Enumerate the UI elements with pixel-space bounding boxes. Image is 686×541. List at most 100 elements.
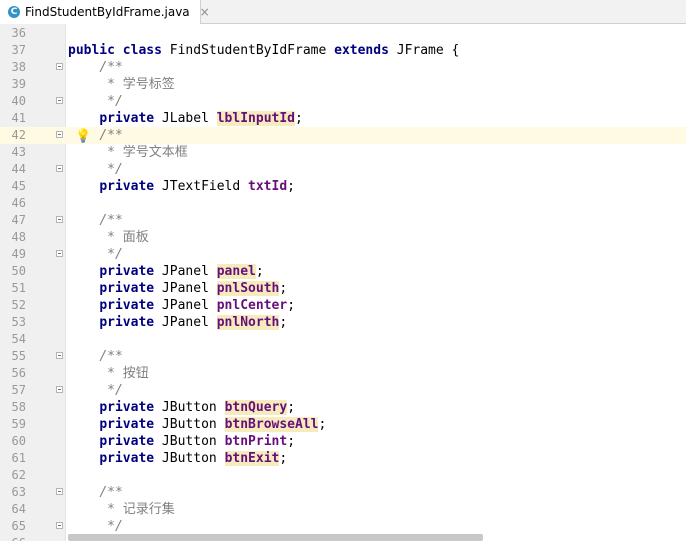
code-line[interactable]: 49 */ xyxy=(0,246,686,263)
code-text: JButton xyxy=(154,451,225,466)
field-name: pnlCenter xyxy=(216,298,288,313)
line-number: 64 xyxy=(11,502,26,516)
code-content: private JPanel pnlCenter; xyxy=(68,297,295,314)
fold-toggle-icon[interactable] xyxy=(56,522,63,529)
code-content: private JPanel pnlSouth; xyxy=(68,280,287,297)
code-line[interactable]: 54 xyxy=(0,331,686,348)
comment: */ xyxy=(107,162,123,177)
code-line[interactable]: 36 xyxy=(0,25,686,42)
file-tab[interactable]: C FindStudentByIdFrame.java × xyxy=(0,0,210,24)
code-line[interactable]: 56 * 按钮 xyxy=(0,365,686,382)
code-content: private JPanel panel; xyxy=(68,263,264,280)
code-line[interactable]: 53 private JPanel pnlNorth; xyxy=(0,314,686,331)
code-line[interactable]: 39 * 学号标签 xyxy=(0,76,686,93)
code-content: * 记录行集 xyxy=(68,501,175,518)
comment: * xyxy=(107,366,123,381)
fold-toggle-icon[interactable] xyxy=(56,386,63,393)
code-line[interactable]: 45 private JTextField txtId; xyxy=(0,178,686,195)
line-number: 60 xyxy=(11,434,26,448)
fold-toggle-icon[interactable] xyxy=(56,63,63,70)
line-number: 45 xyxy=(11,179,26,193)
code-line[interactable]: 38 /** xyxy=(0,59,686,76)
fold-toggle-icon[interactable] xyxy=(56,216,63,223)
line-number: 38 xyxy=(11,60,26,74)
keyword: private xyxy=(99,451,155,466)
comment: */ xyxy=(107,383,123,398)
code-line[interactable]: 50 private JPanel panel; xyxy=(0,263,686,280)
line-number: 62 xyxy=(11,468,26,482)
code-line[interactable]: 61 private JButton btnExit; xyxy=(0,450,686,467)
code-line[interactable]: 62 xyxy=(0,467,686,484)
code-line[interactable]: 55 /** xyxy=(0,348,686,365)
code-line[interactable]: 57 */ xyxy=(0,382,686,399)
code-line[interactable]: 43 * 学号文本框 xyxy=(0,144,686,161)
fold-toggle-icon[interactable] xyxy=(56,97,63,104)
code-text: ; xyxy=(255,264,264,279)
line-number: 41 xyxy=(11,111,26,125)
code-line[interactable]: 52 private JPanel pnlCenter; xyxy=(0,297,686,314)
code-line[interactable]: 40 */ xyxy=(0,93,686,110)
code-text: ; xyxy=(279,451,288,466)
fold-toggle-icon[interactable] xyxy=(56,250,63,257)
code-line[interactable]: 47 /** xyxy=(0,212,686,229)
code-line[interactable]: 44 */ xyxy=(0,161,686,178)
code-content: private JButton btnQuery; xyxy=(68,399,295,416)
editor-tab-bar: C FindStudentByIdFrame.java × xyxy=(0,0,686,24)
keyword: public xyxy=(68,43,115,58)
code-line[interactable]: 64 * 记录行集 xyxy=(0,501,686,518)
close-icon[interactable]: × xyxy=(200,5,210,19)
keyword: private xyxy=(99,111,155,126)
code-line[interactable]: 60 private JButton btnPrint; xyxy=(0,433,686,450)
fold-toggle-icon[interactable] xyxy=(56,165,63,172)
code-text: ; xyxy=(318,417,327,432)
code-text: JPanel xyxy=(154,298,217,313)
code-text: ; xyxy=(295,111,303,126)
line-number: 65 xyxy=(11,519,26,533)
code-text: JPanel xyxy=(154,264,217,279)
code-line[interactable]: 46 xyxy=(0,195,686,212)
code-content: /** xyxy=(68,212,122,229)
fold-toggle-icon[interactable] xyxy=(56,352,63,359)
fold-toggle-icon[interactable] xyxy=(56,131,63,138)
line-number: 53 xyxy=(11,315,26,329)
field-name: pnlSouth xyxy=(216,281,280,296)
code-content: /** xyxy=(68,484,122,501)
horizontal-scrollbar[interactable] xyxy=(68,534,483,541)
code-line[interactable]: 58 private JButton btnQuery; xyxy=(0,399,686,416)
comment: /** xyxy=(99,128,123,143)
code-line[interactable]: 42 💡 /** xyxy=(0,127,686,144)
code-line[interactable]: 41 private JLabel lblInputId; xyxy=(0,110,686,127)
comment: /** xyxy=(99,349,123,364)
keyword: private xyxy=(99,417,155,432)
code-content: /** xyxy=(68,348,123,365)
line-number: 57 xyxy=(11,383,26,397)
code-line[interactable]: 37 public class FindStudentByIdFrame exte… xyxy=(0,42,686,59)
code-line[interactable]: 63 /** xyxy=(0,484,686,501)
line-number: 52 xyxy=(11,298,26,312)
keyword: class xyxy=(122,43,162,58)
fold-toggle-icon[interactable] xyxy=(56,488,63,495)
code-content: */ xyxy=(68,93,123,110)
code-text: FindStudentByIdFrame xyxy=(161,43,335,58)
code-content: * 按钮 xyxy=(68,365,149,382)
comment-text: 面板 xyxy=(122,230,149,245)
line-number: 42 xyxy=(11,128,26,142)
code-line[interactable]: 65 */ xyxy=(0,518,686,535)
keyword: private xyxy=(99,264,155,279)
code-text: JTextField xyxy=(154,179,249,194)
code-line[interactable]: 51 private JPanel pnlSouth; xyxy=(0,280,686,297)
code-editor[interactable]: 36 37 public class FindStudentByIdFrame ex… xyxy=(0,24,686,541)
line-number: 66 xyxy=(0,535,26,541)
code-line[interactable]: 59 private JButton btnBrowseAll; xyxy=(0,416,686,433)
code-line[interactable]: 48 * 面板 xyxy=(0,229,686,246)
